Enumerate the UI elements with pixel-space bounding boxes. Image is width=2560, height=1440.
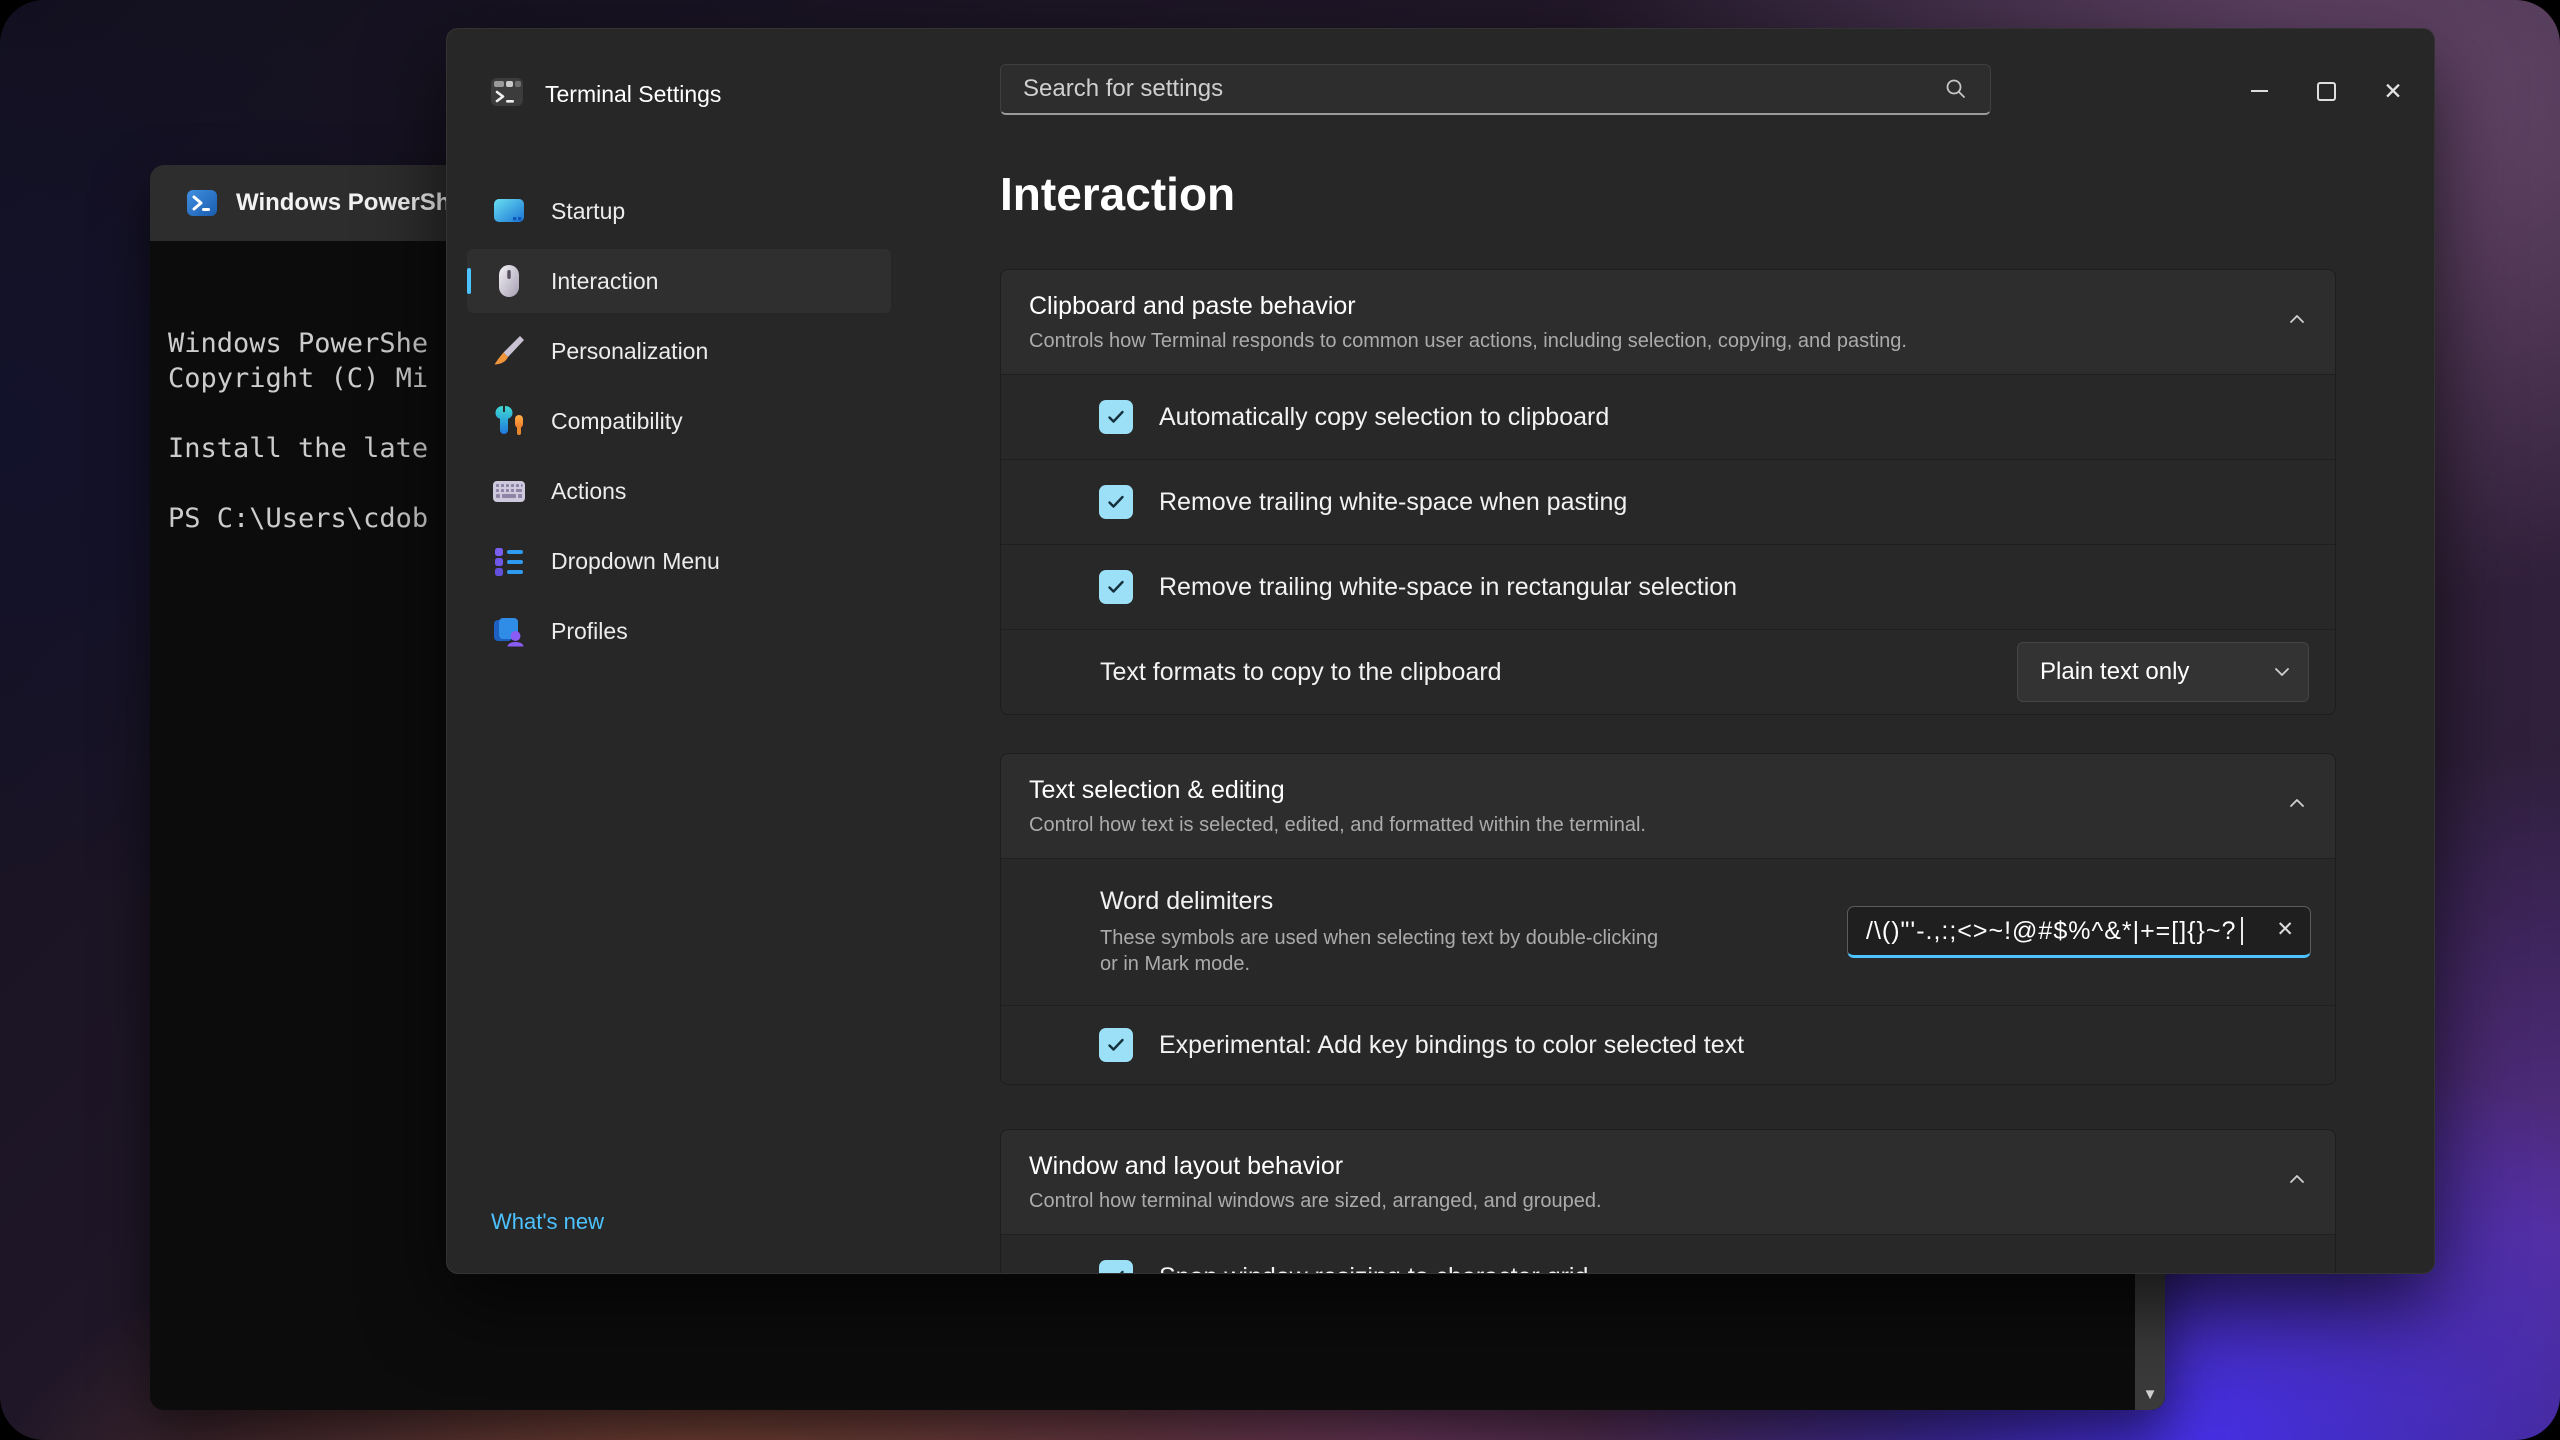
whats-new-link[interactable]: What's new	[491, 1209, 604, 1235]
checkbox-checked[interactable]	[1099, 1260, 1133, 1273]
setting-row-trim-paste: Remove trailing white-space when pasting	[1001, 459, 2335, 544]
terminal-line: PS C:\Users\cdob	[168, 503, 429, 534]
sidebar-item-label: Interaction	[551, 267, 659, 294]
maximize-button[interactable]	[2297, 67, 2355, 115]
minimize-icon	[2250, 90, 2268, 92]
checkbox-checked[interactable]	[1099, 570, 1133, 604]
maximize-icon	[2316, 81, 2336, 101]
chevron-up-icon[interactable]	[2289, 1174, 2305, 1184]
check-icon	[1108, 410, 1124, 423]
section-text-selection: Text selection & editing Control how tex…	[1000, 753, 2336, 1085]
setting-label: Remove trailing white-space when pasting	[1159, 487, 1628, 516]
setting-row-copy-formats: Text formats to copy to the clipboard Pl…	[1001, 629, 2335, 714]
terminal-settings-window: Terminal Settings ✕	[446, 28, 2435, 1274]
setting-row-experimental-color: Experimental: Add key bindings to color …	[1001, 1005, 2335, 1084]
check-icon	[1119, 1270, 1124, 1273]
setting-row-auto-copy: Automatically copy selection to clipboar…	[1001, 374, 2335, 459]
dropdown-value: Plain text only	[2040, 658, 2190, 685]
powershell-icon	[187, 190, 217, 216]
sidebar-item-interaction[interactable]: Interaction	[467, 249, 891, 313]
setting-row-word-delimiters: Word delimiters These symbols are used w…	[1001, 858, 2335, 1005]
sidebar-item-label: Compatibility	[551, 407, 683, 434]
check-icon	[1108, 1038, 1124, 1051]
section-header[interactable]: Window and layout behavior Control how t…	[1001, 1130, 2335, 1234]
terminal-settings-app-icon	[491, 78, 523, 106]
sidebar-item-label: Profiles	[551, 617, 628, 644]
sidebar-item-label: Startup	[551, 197, 626, 224]
sidebar-item-startup[interactable]: Startup	[467, 179, 891, 243]
sidebar-item-dropdown-menu[interactable]: Dropdown Menu	[467, 529, 891, 593]
checkbox-checked[interactable]	[1099, 1028, 1133, 1062]
list-icon	[495, 548, 523, 576]
settings-search-box[interactable]	[1000, 64, 1991, 115]
text-formats-dropdown[interactable]: Plain text only	[2017, 642, 2309, 702]
sidebar-item-actions[interactable]: Actions	[467, 459, 891, 523]
page-title: Interaction	[1000, 168, 1236, 220]
tools-icon	[495, 406, 523, 435]
sidebar-item-profiles[interactable]: Profiles	[467, 599, 891, 663]
setting-row-snap-resize: Snap window resizing to character grid	[1001, 1234, 2335, 1274]
check-icon	[1108, 580, 1124, 593]
window-title: Terminal Settings	[545, 81, 722, 107]
setting-label: Snap window resizing to character grid	[1159, 1263, 1588, 1274]
terminal-line: Install the late	[168, 433, 429, 464]
terminal-tab-title: Windows PowerShell	[236, 189, 478, 216]
setting-row-trim-rectangular: Remove trailing white-space in rectangul…	[1001, 544, 2335, 629]
terminal-tab[interactable]: Windows PowerShell	[164, 165, 477, 241]
setting-label: Remove trailing white-space in rectangul…	[1159, 572, 1738, 601]
chevron-up-icon[interactable]	[2289, 798, 2305, 808]
setting-label: Text formats to copy to the clipboard	[1100, 657, 1502, 686]
sidebar-item-label: Actions	[551, 477, 627, 504]
sidebar-item-personalization[interactable]: Personalization	[467, 319, 891, 383]
setting-label: Experimental: Add key bindings to color …	[1159, 1030, 1745, 1059]
setting-label: Automatically copy selection to clipboar…	[1159, 402, 1610, 431]
sidebar-item-compatibility[interactable]: Compatibility	[467, 389, 891, 453]
checkbox-checked[interactable]	[1099, 400, 1133, 434]
section-header[interactable]: Text selection & editing Control how tex…	[1001, 754, 2335, 858]
terminal-line: Copyright (C) Mi	[168, 363, 429, 394]
monitor-icon	[494, 199, 524, 222]
section-description: Control how terminal windows are sized, …	[1029, 1190, 1602, 1212]
section-description: Controls how Terminal responds to common…	[1029, 330, 1907, 352]
section-title: Window and layout behavior	[1029, 1152, 1344, 1180]
keyboard-icon	[493, 481, 525, 502]
close-icon: ✕	[2383, 77, 2403, 104]
search-input[interactable]	[1001, 75, 1944, 103]
setting-description: These symbols are used when selecting te…	[1100, 927, 1659, 975]
check-icon	[1108, 495, 1124, 508]
section-header[interactable]: Clipboard and paste behavior Controls ho…	[1001, 270, 2335, 374]
terminal-line: Windows PowerShe	[168, 328, 429, 359]
minimize-button[interactable]	[2230, 67, 2288, 115]
mouse-icon	[499, 265, 519, 297]
desktop-wallpaper: Windows PowerShell Windows PowerShe Copy…	[0, 0, 2560, 1440]
chevron-down-icon	[2275, 668, 2289, 676]
section-title: Text selection & editing	[1029, 776, 1285, 804]
clear-input-icon[interactable]: ✕	[2276, 918, 2294, 942]
setting-label: Word delimiters	[1100, 887, 1274, 915]
settings-sidebar: Startup Interaction Personalization Comp…	[467, 179, 891, 669]
sidebar-item-label: Dropdown Menu	[551, 547, 720, 574]
section-description: Control how text is selected, edited, an…	[1029, 814, 1646, 836]
section-clipboard: Clipboard and paste behavior Controls ho…	[1000, 269, 2336, 715]
section-title: Clipboard and paste behavior	[1029, 292, 1356, 320]
scroll-down-icon[interactable]: ▼	[2135, 1387, 2165, 1402]
section-window-layout: Window and layout behavior Control how t…	[1000, 1129, 2336, 1274]
checkbox-checked[interactable]	[1099, 485, 1133, 519]
input-value: /\()"'-.,:;<>~!@#$%^&*|+=[]{}~?	[1866, 916, 2237, 945]
window-controls: ✕	[2230, 67, 2422, 115]
close-button[interactable]: ✕	[2364, 67, 2422, 115]
paintbrush-icon	[494, 336, 524, 365]
chevron-up-icon[interactable]	[2289, 314, 2305, 324]
word-delimiters-input[interactable]: /\()"'-.,:;<>~!@#$%^&*|+=[]{}~? ✕	[1847, 906, 2311, 958]
text-cursor	[2241, 917, 2244, 945]
sidebar-item-label: Personalization	[551, 337, 709, 364]
profiles-icon	[494, 618, 524, 647]
search-icon[interactable]	[1944, 77, 1968, 101]
